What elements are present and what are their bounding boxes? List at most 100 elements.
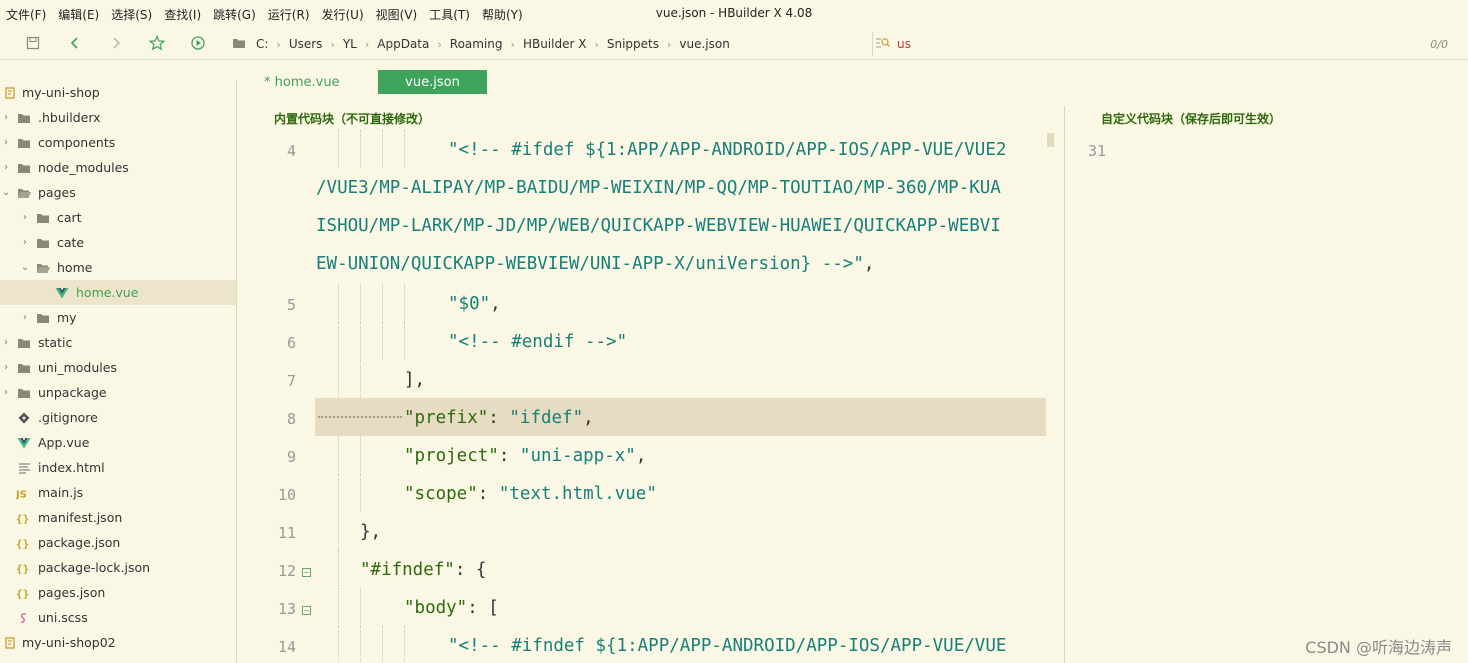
tree-item-label: home.vue [76, 285, 139, 300]
folder-open-icon [35, 261, 51, 275]
menu-item[interactable]: 文件(F) [6, 6, 46, 23]
chevron-right-icon: › [666, 37, 672, 51]
tree-item[interactable]: {} package.json [0, 530, 236, 555]
line-number: 8 [286, 410, 296, 428]
chevron-down-icon[interactable]: ⌄ [19, 262, 31, 273]
chevron-right-icon: › [330, 37, 335, 51]
tree-item-label: cate [57, 235, 85, 250]
tab-home-vue[interactable]: * home.vue [264, 70, 364, 94]
search-input[interactable]: us [897, 37, 911, 51]
line-number: 11 [277, 524, 296, 542]
breadcrumb-item[interactable]: YL [343, 37, 357, 51]
tree-item[interactable]: › uni_modules [0, 355, 236, 380]
tree-item[interactable]: JS main.js [0, 480, 236, 505]
tree-item[interactable]: home.vue [0, 280, 236, 305]
breadcrumb: C: › Users › YL › AppData › Roaming › HBuilder X › S… [232, 32, 734, 56]
search-bar[interactable]: us 0/0 [872, 32, 1468, 56]
breadcrumb-item[interactable]: Roaming [450, 37, 503, 51]
editor-scrollbar[interactable] [1047, 133, 1054, 147]
tree-item[interactable]: .gitignore [0, 405, 236, 430]
chevron-right-icon[interactable]: › [0, 387, 12, 398]
menu-item[interactable]: 查找(I) [164, 6, 201, 23]
menu-item[interactable]: 运行(R) [268, 6, 310, 23]
code-line-7: 7 ], [238, 360, 1064, 398]
tree-item[interactable]: ⌄ pages [0, 180, 236, 205]
tree-item[interactable]: › node_modules [0, 155, 236, 180]
star-icon[interactable] [146, 32, 168, 54]
code-line-5: 5 "$0", [238, 284, 1064, 322]
menu-item[interactable]: 发行(U) [322, 6, 364, 23]
code-line-11: 11 }, [238, 512, 1064, 550]
scss-icon [16, 611, 32, 625]
project-icon [4, 86, 16, 100]
menu-item[interactable]: 跳转(G) [213, 6, 256, 23]
tree-item[interactable]: {} package-lock.json [0, 555, 236, 580]
tree-item[interactable]: my-uni-shop [0, 80, 236, 105]
tree-item[interactable]: uni.scss [0, 605, 236, 630]
fold-toggle-icon[interactable]: − [302, 568, 311, 577]
breadcrumb-item[interactable]: Snippets [607, 37, 659, 51]
tree-item-label: pages.json [38, 585, 106, 600]
line-number: 10 [277, 486, 296, 504]
tree-item[interactable]: ⌄ home [0, 255, 236, 280]
forward-arrow-icon[interactable] [105, 32, 127, 54]
tree-item[interactable]: App.vue [0, 430, 236, 455]
menu-bar: 文件(F) 编辑(E) 选择(S) 查找(I) 跳转(G) 运行(R) 发行(U) 视图(V)… [0, 0, 1468, 28]
html-icon [16, 461, 32, 475]
chevron-right-icon[interactable]: › [19, 312, 31, 323]
tree-item-label: unpackage [38, 385, 107, 400]
tree-item[interactable]: index.html [0, 455, 236, 480]
tree-item-label: components [38, 135, 116, 150]
menu-item[interactable]: 编辑(E) [58, 6, 99, 23]
json-icon: {} [16, 561, 32, 575]
tree-item-label: my-uni-shop02 [22, 635, 116, 650]
chevron-right-icon[interactable]: › [0, 362, 12, 373]
menu-item[interactable]: 帮助(Y) [482, 6, 523, 23]
tree-item[interactable]: my-uni-shop02 [0, 630, 236, 655]
git-icon [16, 411, 32, 425]
breadcrumb-item[interactable]: vue.json [679, 37, 729, 51]
tree-item[interactable]: {} pages.json [0, 580, 236, 605]
tab-vue-json[interactable]: vue.json [378, 70, 487, 94]
search-match-count: 0/0 [1430, 37, 1448, 51]
tree-item[interactable]: › components [0, 130, 236, 155]
menu-item[interactable]: 选择(S) [111, 6, 152, 23]
tree-item[interactable]: › .hbuilderx [0, 105, 236, 130]
menu-item[interactable]: 工具(T) [429, 6, 470, 23]
chevron-right-icon[interactable]: › [19, 237, 31, 248]
menu-item[interactable]: 视图(V) [376, 6, 418, 23]
fold-toggle-icon[interactable]: − [302, 606, 311, 615]
folder-icon [16, 336, 32, 350]
menu-items: 文件(F) 编辑(E) 选择(S) 查找(I) 跳转(G) 运行(R) 发行(U) 视图(V)… [0, 6, 535, 23]
tree-item-label: static [38, 335, 73, 350]
tree-item-label: App.vue [38, 435, 90, 450]
tree-item[interactable]: › cate [0, 230, 236, 255]
tree-item[interactable]: › static [0, 330, 236, 355]
tree-item[interactable]: › cart [0, 205, 236, 230]
search-list-icon [875, 35, 891, 54]
breadcrumb-item[interactable]: C: [256, 37, 268, 51]
breadcrumb-item[interactable]: AppData [377, 37, 429, 51]
chevron-down-icon[interactable]: ⌄ [0, 187, 12, 198]
tree-item[interactable]: › my [0, 305, 236, 330]
chevron-right-icon[interactable]: › [0, 112, 12, 123]
chevron-right-icon[interactable]: › [0, 337, 12, 348]
watermark: CSDN @听海边涛声 [1305, 638, 1452, 657]
chevron-right-icon[interactable]: › [0, 162, 12, 173]
tree-item[interactable]: {} manifest.json [0, 505, 236, 530]
tree-item[interactable]: › unpackage [0, 380, 236, 405]
svg-text:JS: JS [16, 489, 27, 499]
chevron-right-icon[interactable]: › [0, 137, 12, 148]
pane-divider[interactable] [1064, 106, 1065, 663]
code-line-6: 6 "<!-- #endif -->" [238, 322, 1064, 360]
breadcrumb-item[interactable]: HBuilder X [523, 37, 587, 51]
run-icon[interactable] [187, 32, 209, 54]
code-line-12: 12 − "#ifndef": { [238, 550, 1064, 588]
breadcrumb-item[interactable]: Users [289, 37, 323, 51]
save-icon[interactable] [22, 32, 44, 54]
back-arrow-icon[interactable] [64, 32, 86, 54]
line-number: 7 [286, 372, 296, 390]
code-editor-builtin[interactable]: 4 "<!-- #ifdef ${1:APP/APP-ANDROID/APP-I… [238, 130, 1064, 663]
chevron-right-icon[interactable]: › [19, 212, 31, 223]
project-explorer: my-uni-shop › .hbuilderx › components › node_m… [0, 80, 237, 663]
